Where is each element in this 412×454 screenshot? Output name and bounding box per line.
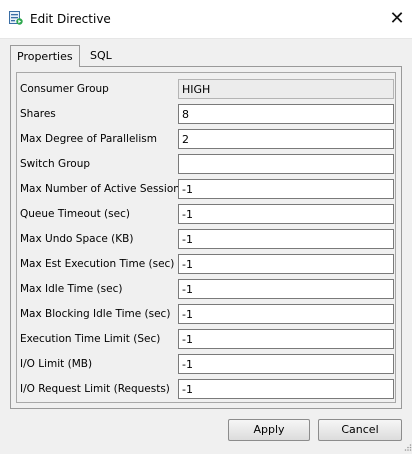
properties-panel: Consumer Group Shares Max Degree of Para… bbox=[10, 66, 402, 409]
row-queue-timeout: Queue Timeout (sec) bbox=[17, 203, 397, 228]
queue-timeout-label: Queue Timeout (sec) bbox=[20, 208, 130, 220]
row-shares: Shares bbox=[17, 103, 397, 128]
row-execution-time-limit: Execution Time Limit (Sec) bbox=[17, 328, 397, 353]
max-undo-space-label: Max Undo Space (KB) bbox=[20, 233, 134, 245]
io-limit-label: I/O Limit (MB) bbox=[20, 358, 93, 370]
row-max-active-sessions: Max Number of Active Sessions bbox=[17, 178, 397, 203]
execution-time-limit-label: Execution Time Limit (Sec) bbox=[20, 333, 161, 345]
row-switch-group: Switch Group bbox=[17, 153, 397, 178]
execution-time-limit-field[interactable] bbox=[178, 329, 394, 349]
properties-form: Consumer Group Shares Max Degree of Para… bbox=[16, 72, 396, 403]
close-icon[interactable]: ✕ bbox=[386, 8, 408, 30]
apply-button[interactable]: Apply bbox=[228, 419, 310, 441]
queue-timeout-field[interactable] bbox=[178, 204, 394, 224]
row-max-est-execution-time: Max Est Execution Time (sec) bbox=[17, 253, 397, 278]
max-idle-time-label: Max Idle Time (sec) bbox=[20, 283, 123, 295]
window-title: Edit Directive bbox=[30, 12, 111, 26]
shares-label: Shares bbox=[20, 108, 56, 120]
row-max-undo-space: Max Undo Space (KB) bbox=[17, 228, 397, 253]
shares-field[interactable] bbox=[178, 104, 394, 124]
io-limit-field[interactable] bbox=[178, 354, 394, 374]
max-est-execution-time-field[interactable] bbox=[178, 254, 394, 274]
cancel-button[interactable]: Cancel bbox=[318, 419, 402, 441]
row-max-blocking-idle-time: Max Blocking Idle Time (sec) bbox=[17, 303, 397, 328]
resize-grip-icon[interactable] bbox=[404, 441, 412, 451]
max-blocking-idle-time-label: Max Blocking Idle Time (sec) bbox=[20, 308, 171, 320]
io-request-limit-label: I/O Request Limit (Requests) bbox=[20, 383, 170, 395]
max-idle-time-field[interactable] bbox=[178, 279, 394, 299]
row-max-idle-time: Max Idle Time (sec) bbox=[17, 278, 397, 303]
consumer-group-label: Consumer Group bbox=[20, 83, 109, 95]
max-undo-space-field[interactable] bbox=[178, 229, 394, 249]
switch-group-field[interactable] bbox=[178, 154, 394, 174]
max-degree-parallelism-label: Max Degree of Parallelism bbox=[20, 133, 157, 145]
row-max-degree-parallelism: Max Degree of Parallelism bbox=[17, 128, 397, 153]
title-bar: Edit Directive ✕ bbox=[0, 0, 412, 39]
io-request-limit-field[interactable] bbox=[178, 379, 394, 399]
tab-properties[interactable]: Properties bbox=[10, 45, 80, 67]
row-io-request-limit: I/O Request Limit (Requests) bbox=[17, 378, 397, 403]
max-est-execution-time-label: Max Est Execution Time (sec) bbox=[20, 258, 175, 270]
max-blocking-idle-time-field[interactable] bbox=[178, 304, 394, 324]
max-active-sessions-field[interactable] bbox=[178, 179, 394, 199]
consumer-group-field[interactable] bbox=[178, 79, 394, 99]
row-io-limit: I/O Limit (MB) bbox=[17, 353, 397, 378]
switch-group-label: Switch Group bbox=[20, 158, 91, 170]
tab-sql[interactable]: SQL bbox=[84, 45, 124, 67]
row-consumer-group: Consumer Group bbox=[17, 78, 397, 103]
max-active-sessions-label: Max Number of Active Sessions bbox=[20, 183, 186, 195]
edit-directive-icon bbox=[9, 11, 23, 25]
max-degree-parallelism-field[interactable] bbox=[178, 129, 394, 149]
